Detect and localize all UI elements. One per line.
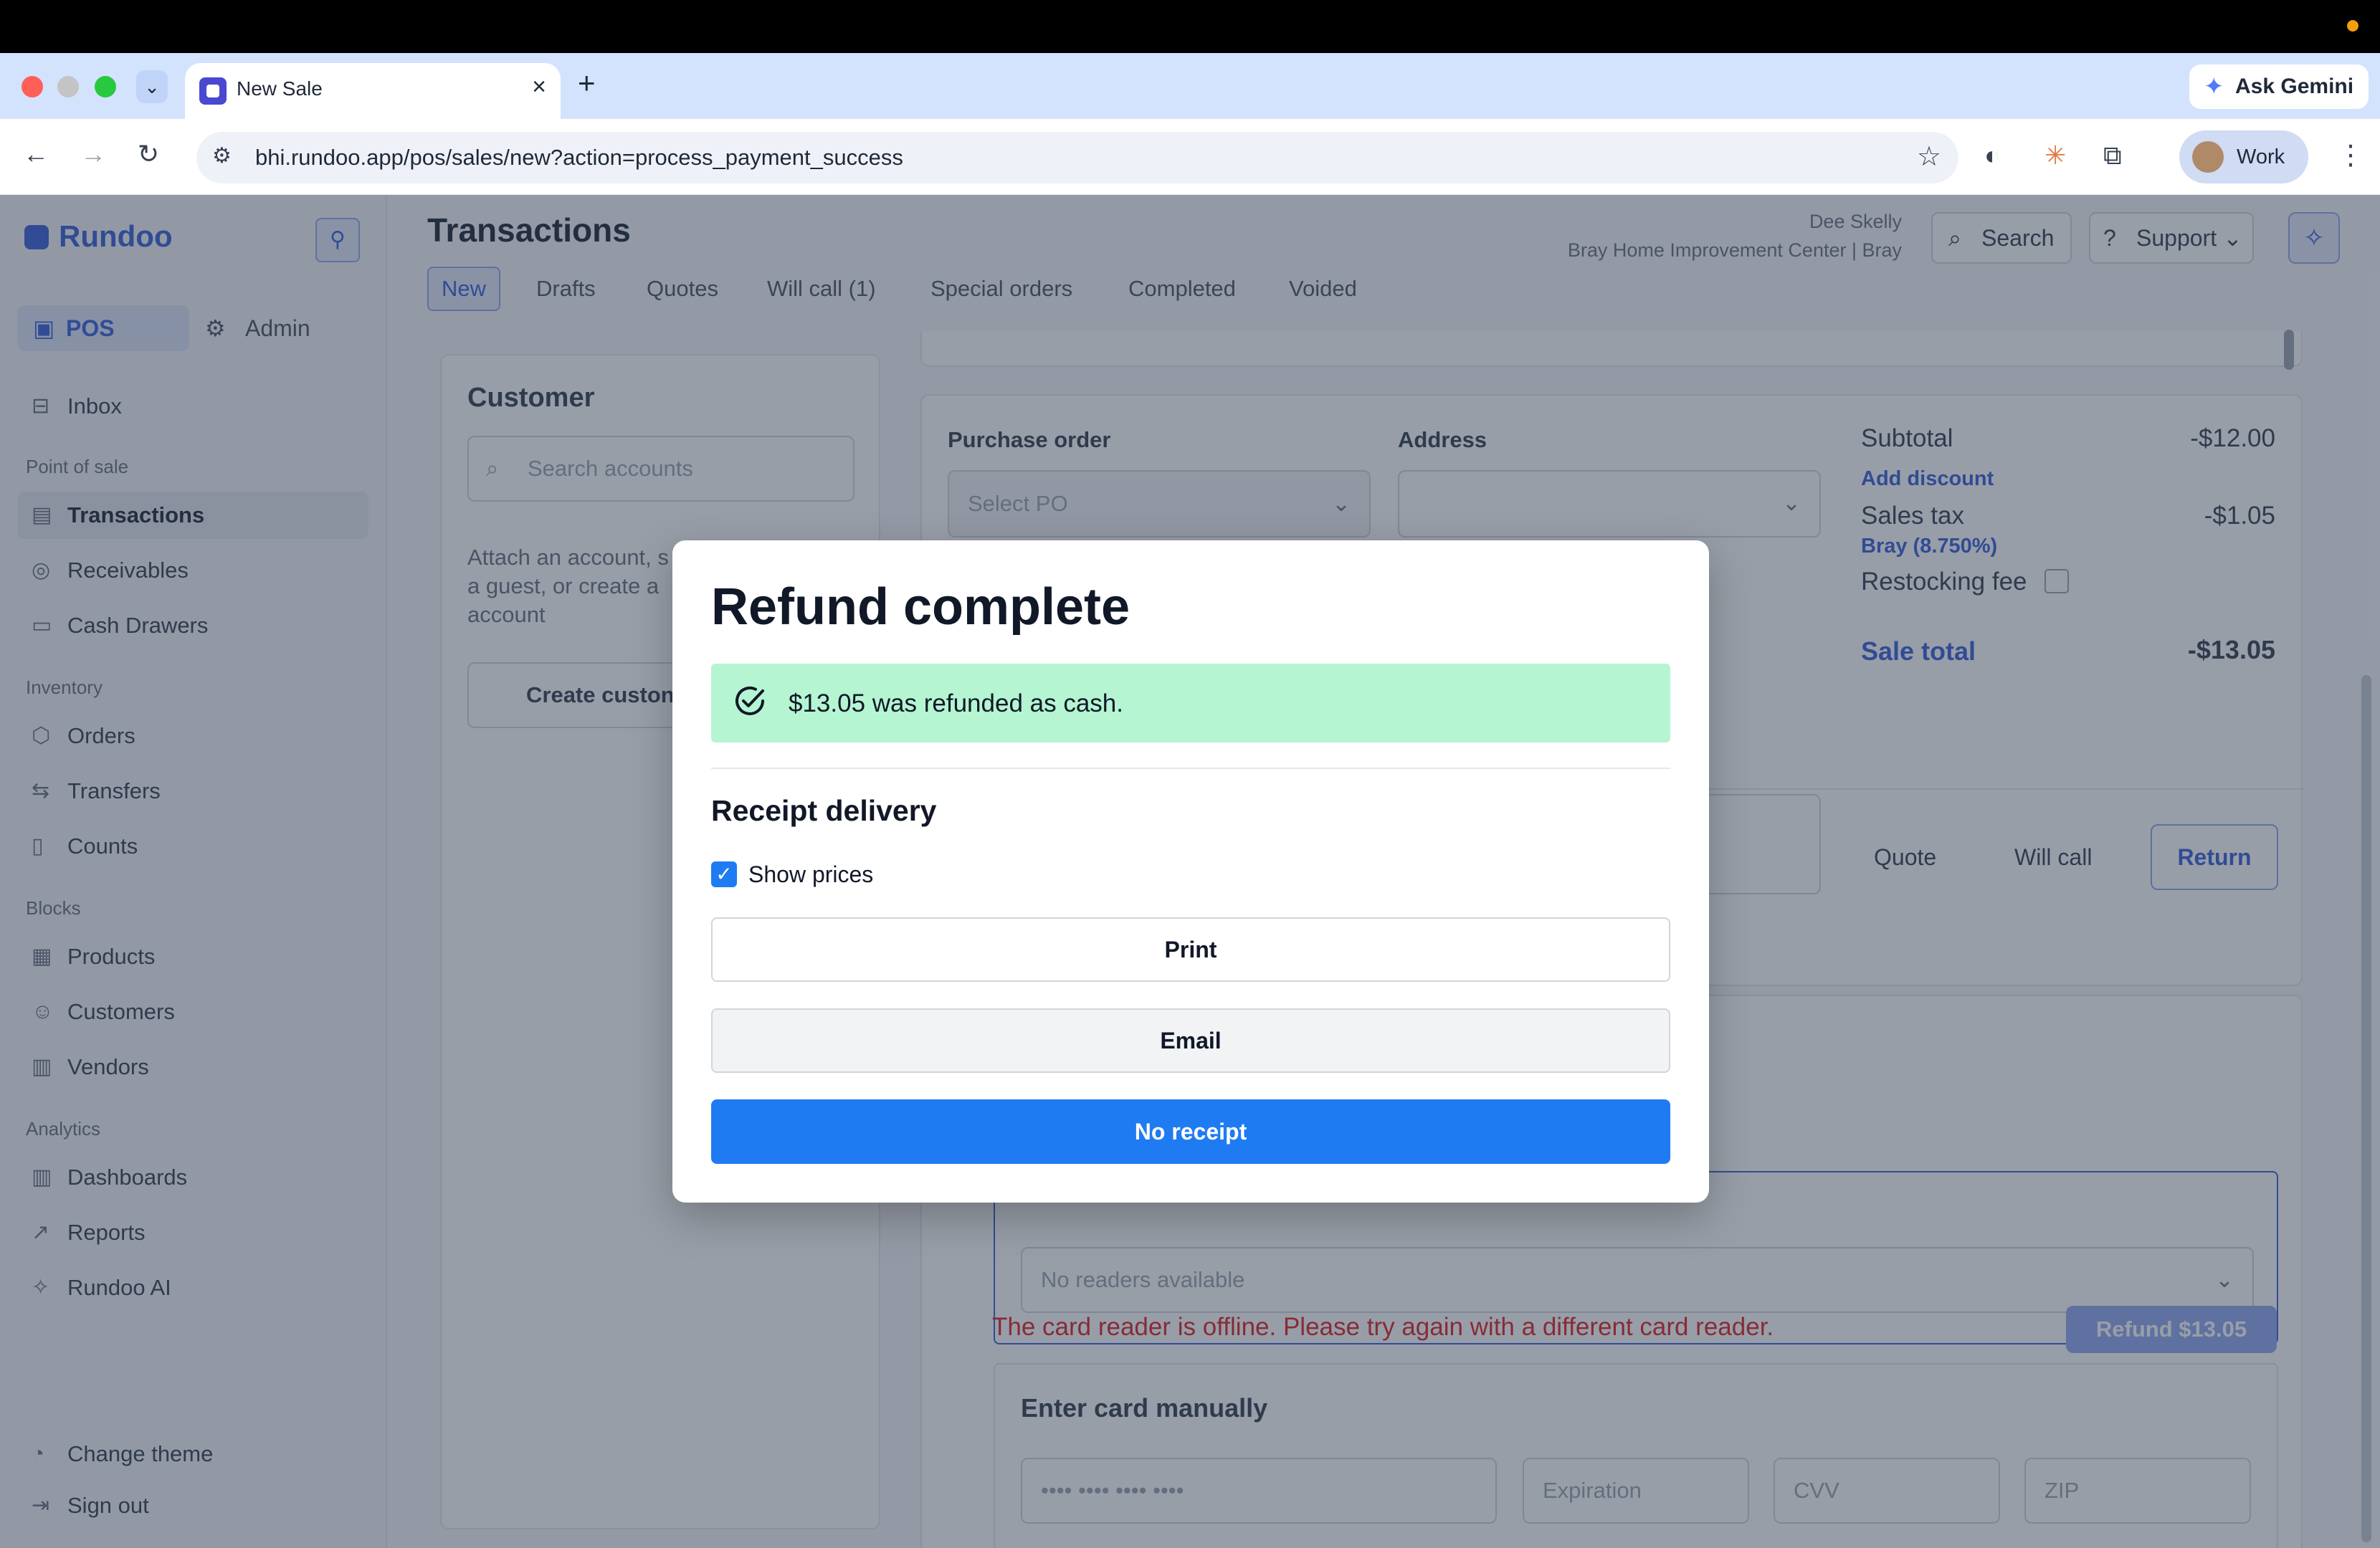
browser-menu-icon[interactable]: ⋮: [2337, 139, 2364, 171]
reload-icon[interactable]: ↻: [138, 139, 159, 169]
window-zoom-button[interactable]: [95, 76, 116, 97]
checkmark-icon: ✓: [715, 863, 733, 885]
print-receipt-button[interactable]: Print: [711, 917, 1670, 982]
back-arrow-icon[interactable]: ←: [23, 139, 49, 169]
address-bar[interactable]: ⚙ bhi.rundoo.app/pos/sales/new?action=pr…: [196, 132, 1958, 183]
success-alert: $13.05 was refunded as cash.: [711, 664, 1670, 742]
profile-label: Work: [2237, 145, 2285, 168]
browser-tab-active[interactable]: New Sale ×: [185, 63, 561, 120]
success-message: $13.05 was refunded as cash.: [789, 689, 1123, 717]
refund-complete-modal: Refund complete $13.05 was refunded as c…: [672, 540, 1709, 1203]
bookmark-star-icon[interactable]: ☆: [1917, 140, 1941, 173]
os-menu-bar: [0, 0, 2380, 53]
ask-gemini-label: Ask Gemini: [2235, 75, 2354, 98]
window-minimize-button[interactable]: [57, 76, 79, 97]
close-tab-icon[interactable]: ×: [532, 73, 546, 101]
no-receipt-button[interactable]: No receipt: [711, 1099, 1670, 1164]
window-close-button[interactable]: [22, 76, 43, 97]
profile-avatar: [2192, 141, 2224, 173]
url-text[interactable]: bhi.rundoo.app/pos/sales/new?action=proc…: [255, 145, 903, 171]
tab-search-dropdown[interactable]: ⌄: [136, 70, 168, 103]
email-receipt-button[interactable]: Email: [711, 1008, 1670, 1073]
recording-indicator: [2347, 20, 2358, 32]
modal-title: Refund complete: [711, 578, 1130, 636]
gemini-sparkle-icon: ✦: [2204, 73, 2224, 100]
new-tab-button[interactable]: +: [578, 66, 596, 100]
browser-tab-title: New Sale: [237, 77, 323, 100]
rundoo-favicon-icon: [199, 77, 227, 105]
receipt-delivery-heading: Receipt delivery: [711, 794, 937, 827]
modal-divider: [711, 768, 1670, 769]
password-manager-icon[interactable]: ◐: [1984, 140, 2000, 171]
extensions-puzzle-icon[interactable]: ⧉: [2103, 140, 2122, 171]
claude-extension-icon[interactable]: ✳: [2045, 140, 2066, 171]
profile-button[interactable]: Work: [2179, 130, 2308, 183]
forward-arrow-icon[interactable]: →: [80, 139, 106, 169]
site-info-icon[interactable]: ⚙: [212, 143, 232, 168]
check-circle-icon: [736, 686, 764, 715]
show-prices-checkbox[interactable]: ✓: [711, 861, 737, 887]
show-prices-label[interactable]: Show prices: [748, 861, 873, 888]
ask-gemini-button[interactable]: ✦ Ask Gemini: [2189, 64, 2369, 109]
